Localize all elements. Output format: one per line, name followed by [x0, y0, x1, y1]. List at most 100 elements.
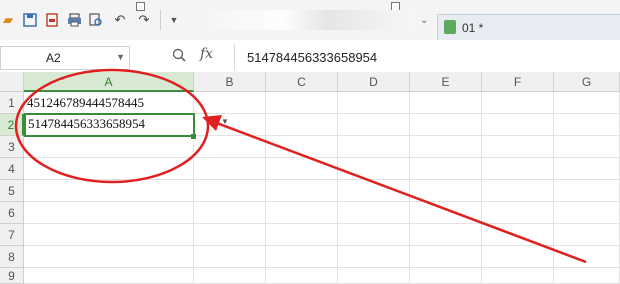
row-header-6[interactable]: 6: [0, 202, 24, 224]
folder-open-icon[interactable]: ▰: [0, 12, 16, 28]
grid-cell[interactable]: [194, 136, 266, 158]
save-icon[interactable]: [22, 12, 38, 28]
print-preview-icon[interactable]: [88, 12, 104, 28]
grid-cell[interactable]: [24, 224, 194, 246]
grid-cell[interactable]: [482, 246, 554, 268]
grid-cell[interactable]: [410, 136, 482, 158]
grid-cell[interactable]: [554, 246, 620, 268]
grid-cell[interactable]: [554, 268, 620, 284]
column-header-b[interactable]: B: [194, 72, 266, 92]
grid-cell[interactable]: [482, 158, 554, 180]
cell-a2-selected[interactable]: 514784456333658954: [24, 113, 195, 137]
grid-cell[interactable]: [554, 114, 620, 136]
document-tab[interactable]: 01 *: [437, 14, 620, 41]
formula-input[interactable]: 514784456333658954: [234, 44, 620, 70]
grid-cell[interactable]: [482, 92, 554, 114]
grid-cell[interactable]: [554, 158, 620, 180]
grid-cell[interactable]: [410, 158, 482, 180]
grid-cell[interactable]: [24, 180, 194, 202]
grid-cell[interactable]: [338, 158, 410, 180]
chevron-down-icon[interactable]: ⌄: [420, 15, 428, 26]
row-header-4[interactable]: 4: [0, 158, 24, 180]
grid-cell[interactable]: [554, 180, 620, 202]
grid-cell[interactable]: [338, 136, 410, 158]
grid-cell[interactable]: [482, 114, 554, 136]
function-icon[interactable]: fx: [200, 46, 213, 62]
grid-cell[interactable]: [410, 246, 482, 268]
grid-cell[interactable]: [194, 202, 266, 224]
grid-cell[interactable]: [194, 92, 266, 114]
grid-cell[interactable]: [266, 136, 338, 158]
name-box-value: A2: [46, 51, 61, 65]
row-header-8[interactable]: 8: [0, 246, 24, 268]
grid-cell[interactable]: [194, 268, 266, 284]
grid-cell[interactable]: [554, 224, 620, 246]
grid-cell[interactable]: [554, 92, 620, 114]
window-box-icon: [136, 2, 145, 11]
grid-cell[interactable]: [266, 158, 338, 180]
grid-cell[interactable]: [410, 268, 482, 284]
grid-cell[interactable]: [410, 224, 482, 246]
name-box[interactable]: A2 ▼: [0, 46, 130, 70]
export-pdf-icon[interactable]: [44, 12, 60, 28]
grid-cell[interactable]: [266, 246, 338, 268]
fill-handle[interactable]: [191, 134, 196, 139]
grid-cell[interactable]: [338, 180, 410, 202]
grid-cell[interactable]: [410, 114, 482, 136]
row-header-3[interactable]: 3: [0, 136, 24, 158]
print-icon[interactable]: [66, 12, 82, 28]
grid-cell[interactable]: [482, 202, 554, 224]
grid-cell[interactable]: [194, 180, 266, 202]
row-header-9[interactable]: 9: [0, 268, 24, 284]
column-header-c[interactable]: C: [266, 72, 338, 92]
grid-cell[interactable]: [24, 246, 194, 268]
grid-cell[interactable]: [266, 202, 338, 224]
grid-cell[interactable]: [194, 246, 266, 268]
grid-cell[interactable]: [266, 268, 338, 284]
more-dropdown-icon[interactable]: ▼: [166, 12, 182, 28]
formula-value: 514784456333658954: [247, 50, 378, 65]
column-header-d[interactable]: D: [338, 72, 410, 92]
grid-cell[interactable]: [266, 180, 338, 202]
grid-cell[interactable]: [24, 136, 194, 158]
grid-cell[interactable]: [554, 202, 620, 224]
grid-cell[interactable]: [266, 92, 338, 114]
grid-cell[interactable]: [194, 158, 266, 180]
grid-cell[interactable]: [410, 202, 482, 224]
grid-cell[interactable]: [24, 268, 194, 284]
grid-cell[interactable]: [266, 224, 338, 246]
grid-cell[interactable]: [482, 268, 554, 284]
column-header-e[interactable]: E: [410, 72, 482, 92]
grid-cell[interactable]: [24, 202, 194, 224]
cell-a1[interactable]: 451246789444578445: [24, 92, 194, 114]
chevron-down-icon[interactable]: ▼: [116, 52, 125, 62]
undo-icon[interactable]: ↶: [112, 12, 128, 28]
row-header-5[interactable]: 5: [0, 180, 24, 202]
row-header-2[interactable]: 2: [0, 114, 24, 136]
grid-cell[interactable]: [338, 202, 410, 224]
grid-cell[interactable]: [410, 180, 482, 202]
column-header-a[interactable]: A: [24, 72, 194, 92]
grid-cell[interactable]: [482, 136, 554, 158]
grid-cell[interactable]: [194, 224, 266, 246]
grid-cell[interactable]: [266, 114, 338, 136]
grid-cell[interactable]: [410, 92, 482, 114]
grid-cell[interactable]: [338, 114, 410, 136]
grid-cell[interactable]: [482, 224, 554, 246]
grid-cell[interactable]: [24, 158, 194, 180]
select-all-corner[interactable]: [0, 72, 24, 92]
redo-icon[interactable]: ↷: [136, 12, 152, 28]
grid-cell[interactable]: [338, 92, 410, 114]
column-header-g[interactable]: G: [554, 72, 620, 92]
row-header-1[interactable]: 1: [0, 92, 24, 114]
grid-cell[interactable]: [338, 224, 410, 246]
row-header-7[interactable]: 7: [0, 224, 24, 246]
grid-cell[interactable]: [194, 114, 266, 136]
grid-cell[interactable]: [338, 246, 410, 268]
autofill-options-icon[interactable]: ▼: [221, 117, 229, 126]
grid-cell[interactable]: [338, 268, 410, 284]
grid-cell[interactable]: [482, 180, 554, 202]
column-header-f[interactable]: F: [482, 72, 554, 92]
zoom-icon[interactable]: [172, 48, 186, 65]
grid-cell[interactable]: [554, 136, 620, 158]
